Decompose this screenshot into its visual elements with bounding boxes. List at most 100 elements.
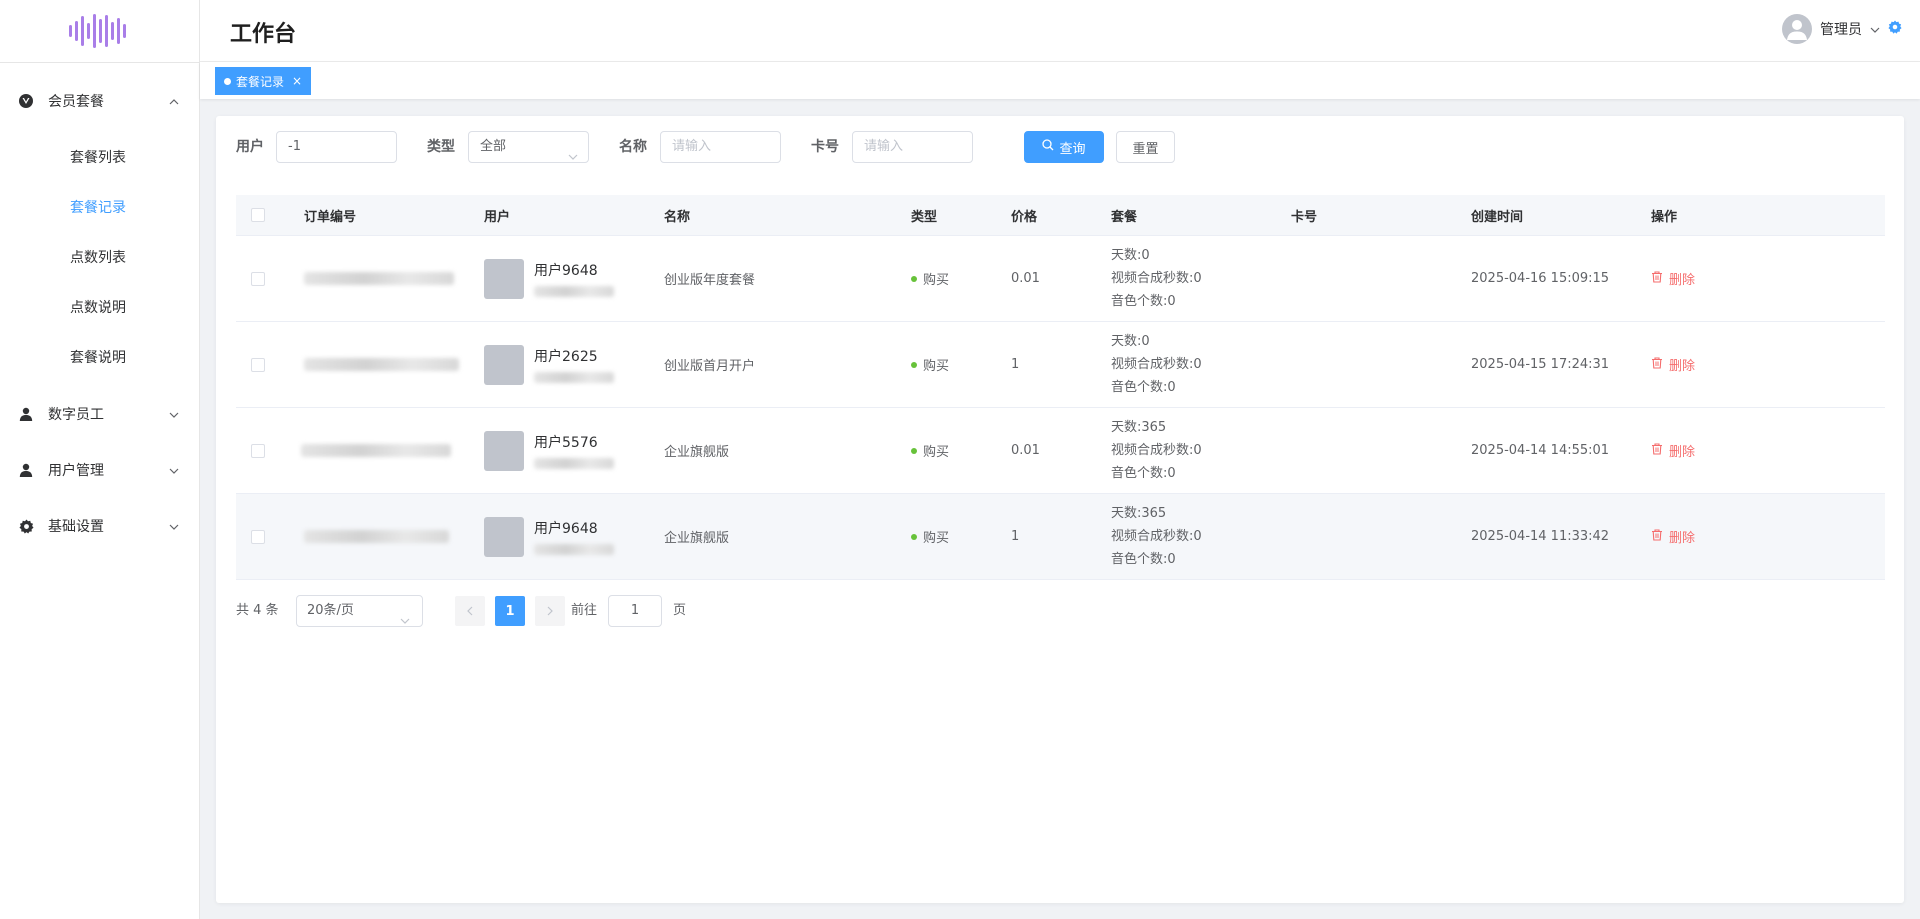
- reset-button[interactable]: 重置: [1116, 131, 1175, 163]
- type-value: 购买: [923, 273, 950, 288]
- username-label: 管理员: [1820, 22, 1862, 38]
- col-header-actions: 操作: [1651, 209, 1678, 225]
- package-name: 创业版首月开户: [664, 359, 756, 374]
- prev-page-button[interactable]: [455, 596, 485, 626]
- table-row[interactable]: 用户9648 企业旗舰版 购买 1 天数:365 视频合成秒数:0 音色个数:0…: [236, 494, 1885, 580]
- table-row[interactable]: 用户5576 企业旗舰版 购买 0.01 天数:365 视频合成秒数:0 音色个…: [236, 408, 1885, 494]
- delete-button[interactable]: 删除: [1651, 355, 1885, 374]
- menu-group-basic-settings[interactable]: 基础设置: [0, 498, 199, 554]
- page-size-select[interactable]: 20条/页: [296, 595, 423, 627]
- pagination: 共 4 条 20条/页 1 前往 1 页: [236, 595, 836, 627]
- package-name: 企业旗舰版: [664, 445, 730, 460]
- active-dot-icon: [224, 77, 231, 85]
- redacted-order-no: [304, 272, 454, 285]
- redacted-order-no: [304, 530, 449, 543]
- menu-group-digital-staff[interactable]: 数字员工: [0, 386, 199, 442]
- name-filter-input[interactable]: 请输入: [660, 131, 781, 163]
- name-filter-label: 名称: [619, 139, 647, 155]
- user-filter-label: 用户: [236, 139, 264, 155]
- reset-button-label: 重置: [1132, 141, 1159, 157]
- col-header-name: 名称: [664, 209, 691, 225]
- menu-group-label: 会员套餐: [48, 94, 104, 110]
- package-details: 天数:0 视频合成秒数:0 音色个数:0: [1111, 330, 1291, 399]
- type-cell: 购买: [911, 269, 1011, 288]
- voice-count-value: 音色个数:0: [1111, 552, 1176, 567]
- search-button-label: 查询: [1059, 141, 1086, 157]
- page-number-button[interactable]: 1: [495, 596, 525, 626]
- table-row[interactable]: 用户2625 创业版首月开户 购买 1 天数:0 视频合成秒数:0 音色个数:0…: [236, 322, 1885, 408]
- delete-button[interactable]: 删除: [1651, 527, 1885, 546]
- col-header-user: 用户: [484, 209, 511, 225]
- type-filter-select[interactable]: 全部: [468, 131, 589, 163]
- sidebar-item-package-records[interactable]: 套餐记录: [0, 182, 199, 232]
- order-no-cell: [301, 444, 484, 457]
- voice-count-value: 音色个数:0: [1111, 466, 1176, 481]
- sidebar-item-points-list[interactable]: 点数列表: [0, 232, 199, 282]
- delete-button[interactable]: 删除: [1651, 441, 1885, 460]
- price-value: 0.01: [1011, 443, 1040, 458]
- trash-icon: [1651, 528, 1663, 545]
- chevron-down-icon: [568, 142, 578, 172]
- user-icon: [18, 406, 34, 422]
- status-dot-icon: [911, 361, 917, 368]
- row-checkbox[interactable]: [251, 443, 265, 458]
- created-time-value: 2025-04-15 17:24:31: [1471, 357, 1610, 372]
- order-no-cell: [304, 530, 484, 543]
- redacted-phone: [534, 458, 614, 469]
- days-value: 天数:365: [1111, 420, 1167, 435]
- sidebar-item-package-description[interactable]: 套餐说明: [0, 332, 199, 382]
- search-button[interactable]: 查询: [1024, 131, 1104, 163]
- table-row[interactable]: 用户9648 创业版年度套餐 购买 0.01 天数:0 视频合成秒数:0 音色个…: [236, 236, 1885, 322]
- delete-label: 删除: [1669, 359, 1696, 374]
- user-cell: 用户9648: [484, 258, 664, 299]
- created-time-value: 2025-04-14 14:55:01: [1471, 443, 1610, 458]
- filter-form: 用户 -1 类型 全部 名称 请输入 卡号 请输入 查询 重置: [236, 131, 1836, 163]
- col-header-package: 套餐: [1111, 209, 1138, 225]
- table-header: 订单编号 用户 名称 类型 价格 套餐 卡号 创建时间 操作: [236, 195, 1885, 236]
- chevron-left-icon: [467, 606, 473, 616]
- video-seconds-value: 视频合成秒数:0: [1111, 357, 1202, 372]
- row-checkbox[interactable]: [251, 357, 265, 372]
- row-checkbox[interactable]: [251, 271, 265, 286]
- avatar[interactable]: [1782, 14, 1812, 44]
- card-filter-input[interactable]: 请输入: [852, 131, 973, 163]
- app-logo[interactable]: [0, 0, 199, 63]
- voice-count-value: 音色个数:0: [1111, 380, 1176, 395]
- menu-group-label: 用户管理: [48, 463, 104, 479]
- tags-view-bar: 套餐记录 ×: [200, 62, 1920, 99]
- tag-package-records[interactable]: 套餐记录 ×: [215, 67, 312, 95]
- user-avatar-icon: [1787, 20, 1807, 40]
- user-filter-input[interactable]: -1: [276, 131, 397, 163]
- next-page-button[interactable]: [535, 596, 565, 626]
- type-filter-value: 全部: [480, 139, 507, 154]
- created-time-value: 2025-04-14 11:33:42: [1471, 529, 1610, 544]
- sidebar-item-package-list[interactable]: 套餐列表: [0, 132, 199, 182]
- col-header-card-no: 卡号: [1291, 209, 1318, 225]
- vue-logo-icon: [18, 93, 34, 109]
- user-cell: 用户9648: [484, 516, 664, 557]
- delete-button[interactable]: 删除: [1651, 269, 1885, 288]
- package-name: 创业版年度套餐: [664, 273, 756, 288]
- search-icon: [1042, 139, 1054, 155]
- main-card: 用户 -1 类型 全部 名称 请输入 卡号 请输入 查询 重置 订单编号 用户 …: [216, 116, 1904, 903]
- redacted-order-no: [301, 444, 451, 457]
- sidebar-item-points-description[interactable]: 点数说明: [0, 282, 199, 332]
- row-checkbox[interactable]: [251, 529, 265, 544]
- settings-gear-icon[interactable]: [1888, 20, 1902, 38]
- days-value: 天数:365: [1111, 506, 1167, 521]
- price-value: 1: [1011, 357, 1020, 372]
- goto-page-input[interactable]: 1: [608, 595, 662, 627]
- redacted-order-no: [304, 358, 459, 371]
- days-value: 天数:0: [1111, 334, 1150, 349]
- page-suffix-label: 页: [673, 603, 687, 618]
- menu-group-user-management[interactable]: 用户管理: [0, 442, 199, 498]
- price-value: 0.01: [1011, 271, 1040, 286]
- select-all-checkbox[interactable]: [251, 208, 265, 222]
- row-select-cell: [236, 271, 304, 286]
- col-header-price: 价格: [1011, 209, 1038, 225]
- col-header-type: 类型: [911, 209, 938, 225]
- menu-group-membership[interactable]: 会员套餐: [0, 73, 199, 129]
- user-menu[interactable]: 管理员: [1782, 14, 1902, 44]
- gear-icon: [18, 518, 34, 534]
- close-icon[interactable]: ×: [292, 74, 302, 88]
